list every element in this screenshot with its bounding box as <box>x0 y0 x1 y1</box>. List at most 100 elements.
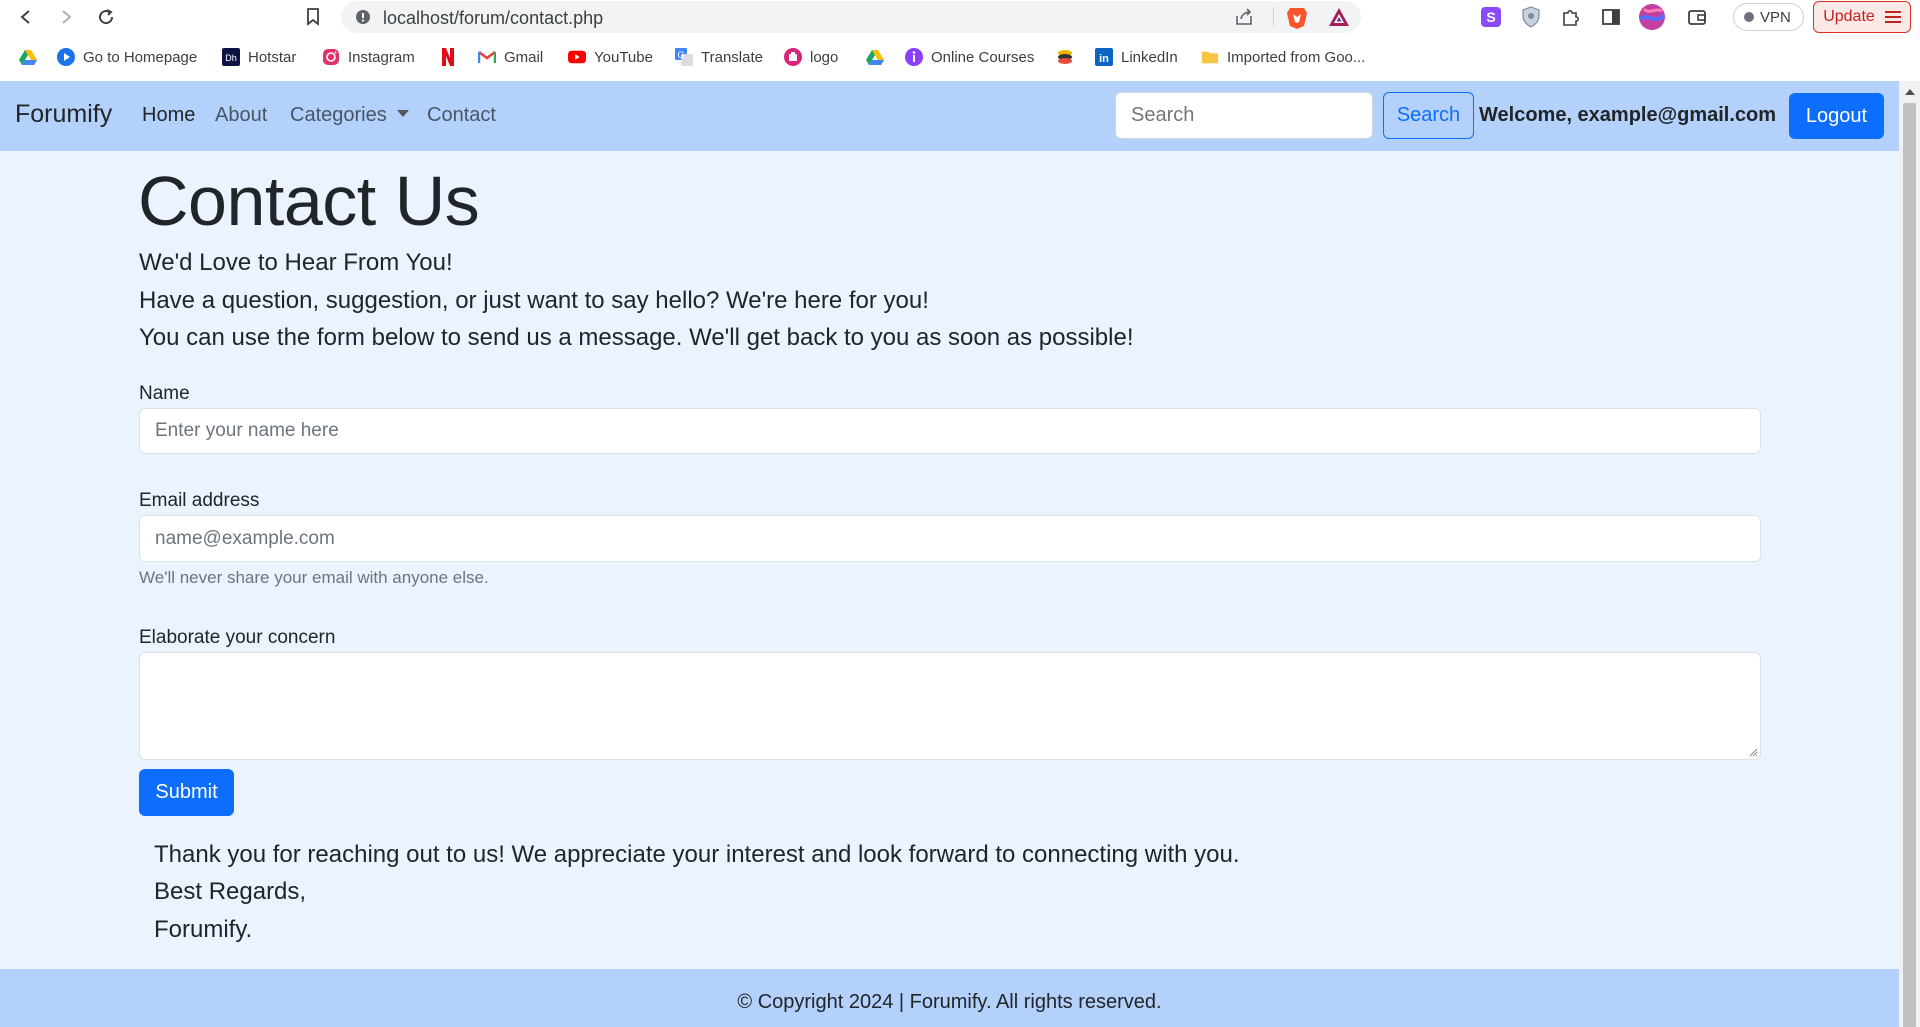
nav-link-contact[interactable]: Contact <box>427 104 496 127</box>
nav-link-categories-label: Categories <box>290 104 387 126</box>
profile-avatar-icon[interactable] <box>1637 2 1667 32</box>
page-title: Contact Us <box>138 162 480 240</box>
hotstar-icon: Dh <box>222 48 240 66</box>
svg-text:G: G <box>677 50 684 60</box>
url-text[interactable]: localhost/forum/contact.php <box>383 8 603 29</box>
search-button[interactable]: Search <box>1383 92 1474 139</box>
update-button[interactable]: Update <box>1813 1 1911 33</box>
bookmark-label: Online Courses <box>931 48 1035 66</box>
site-footer: © Copyright 2024 | Forumify. All rights … <box>0 969 1899 1027</box>
bookmarks-bar: Go to Homepage Dh Hotstar Instagram Gmai… <box>0 41 1920 75</box>
menu-icon <box>1884 11 1901 23</box>
bookmark-netflix[interactable] <box>439 48 457 66</box>
submit-button[interactable]: Submit <box>139 769 234 816</box>
bookmark-stack[interactable] <box>1056 48 1074 66</box>
intro-line: We'd Love to Hear From You! <box>139 249 453 276</box>
linkedin-icon: in <box>1095 48 1113 66</box>
bookmark-label: YouTube <box>594 48 653 66</box>
bookmark-drive-2[interactable] <box>866 48 884 66</box>
bookmark-label: logo <box>810 48 839 66</box>
svg-text:in: in <box>1099 53 1109 65</box>
nav-link-home[interactable]: Home <box>142 104 195 127</box>
stack-icon <box>1056 48 1074 66</box>
bookmark-label: Instagram <box>348 48 415 66</box>
bookmark-instagram[interactable]: Instagram <box>322 48 415 66</box>
bookmark-label: Hotstar <box>248 48 297 66</box>
nav-dropdown-categories[interactable]: Categories <box>290 104 409 127</box>
scroll-up-icon[interactable] <box>1905 89 1915 95</box>
bookmark-online-courses[interactable]: Online Courses <box>905 48 1034 66</box>
search-input[interactable] <box>1115 92 1373 139</box>
page-viewport: Forumify Home About Categories Contact S… <box>0 81 1899 1027</box>
closing-line: Forumify. <box>154 916 253 943</box>
site-navbar: Forumify Home About Categories Contact S… <box>0 81 1899 151</box>
bookmark-label: Imported from Goo... <box>1227 48 1366 66</box>
caret-down-icon <box>396 110 409 117</box>
name-placeholder: Enter your name here <box>155 420 339 441</box>
bookmark-label: Go to Homepage <box>83 48 198 66</box>
reload-icon[interactable] <box>94 5 118 29</box>
bookmark-homepage[interactable]: Go to Homepage <box>57 48 197 66</box>
bookmark-imported-folder[interactable]: Imported from Goo... <box>1201 48 1365 66</box>
concern-label: Elaborate your concern <box>139 627 336 648</box>
sidebar-icon[interactable] <box>1599 5 1623 29</box>
email-field[interactable]: name@example.com <box>139 515 1761 562</box>
page-scrollbar[interactable] <box>1899 81 1920 1027</box>
bookmark-label: LinkedIn <box>1121 48 1178 66</box>
back-icon[interactable] <box>14 5 38 29</box>
concern-textarea[interactable] <box>139 652 1761 760</box>
courses-icon <box>905 48 923 66</box>
netflix-icon <box>439 48 457 66</box>
extensions-puzzle-icon[interactable] <box>1559 5 1583 29</box>
update-label: Update <box>1823 8 1875 25</box>
name-label: Name <box>139 383 190 404</box>
bookmark-translate[interactable]: G Translate <box>675 48 763 66</box>
bookmark-label: Translate <box>701 48 763 66</box>
gmail-icon <box>478 48 496 66</box>
bookmark-youtube[interactable]: YouTube <box>568 48 653 66</box>
shield-icon[interactable] <box>1519 5 1543 29</box>
browser-toolbar: localhost/forum/contact.php S VPN Update <box>0 0 1920 34</box>
intro-line: Have a question, suggestion, or just wan… <box>139 287 929 314</box>
brave-shield-icon[interactable] <box>1286 6 1308 35</box>
vpn-button[interactable]: VPN <box>1733 3 1804 31</box>
email-label: Email address <box>139 490 260 511</box>
bookmark-logo[interactable]: logo <box>784 48 838 66</box>
closing-line: Best Regards, <box>154 878 307 905</box>
scrollbar-thumb[interactable] <box>1903 103 1916 1027</box>
email-placeholder: name@example.com <box>155 527 335 549</box>
bookmark-icon[interactable] <box>301 5 325 29</box>
resize-grip-icon[interactable] <box>1748 747 1758 757</box>
name-field[interactable]: Enter your name here <box>139 408 1761 454</box>
logo-icon <box>784 48 802 66</box>
logout-button[interactable]: Logout <box>1789 93 1884 139</box>
intro-line: You can use the form below to send us a … <box>139 324 1134 351</box>
site-info-icon[interactable] <box>355 9 371 25</box>
wallet-icon[interactable] <box>1685 5 1709 29</box>
bookmark-drive[interactable] <box>19 48 37 66</box>
email-help-text: We'll never share your email with anyone… <box>139 568 489 587</box>
bookmark-linkedin[interactable]: in LinkedIn <box>1095 48 1178 66</box>
svg-text:Dh: Dh <box>225 53 237 63</box>
share-icon[interactable] <box>1234 8 1254 31</box>
forward-icon[interactable] <box>54 5 78 29</box>
vpn-status-icon <box>1744 12 1754 22</box>
copyright-text: © Copyright 2024 | Forumify. All rights … <box>737 991 1162 1013</box>
bookmark-gmail[interactable]: Gmail <box>478 48 543 66</box>
play-circle-icon <box>57 48 75 66</box>
extension-s-icon[interactable]: S <box>1479 5 1503 29</box>
bookmark-hotstar[interactable]: Dh Hotstar <box>222 48 296 66</box>
youtube-icon <box>568 48 586 66</box>
divider <box>1273 7 1274 27</box>
address-bar[interactable]: localhost/forum/contact.php <box>341 1 1361 33</box>
welcome-message: Welcome, example@gmail.com <box>1479 104 1777 126</box>
google-drive-icon <box>19 48 37 66</box>
folder-icon <box>1201 48 1219 66</box>
nav-link-about[interactable]: About <box>215 104 267 127</box>
closing-line: Thank you for reaching out to us! We app… <box>154 841 1240 868</box>
svg-text:S: S <box>1486 9 1495 25</box>
bookmark-label: Gmail <box>504 48 544 66</box>
translate-icon: G <box>675 48 693 66</box>
brave-rewards-icon[interactable] <box>1328 7 1350 32</box>
brand-logo[interactable]: Forumify <box>15 100 112 129</box>
